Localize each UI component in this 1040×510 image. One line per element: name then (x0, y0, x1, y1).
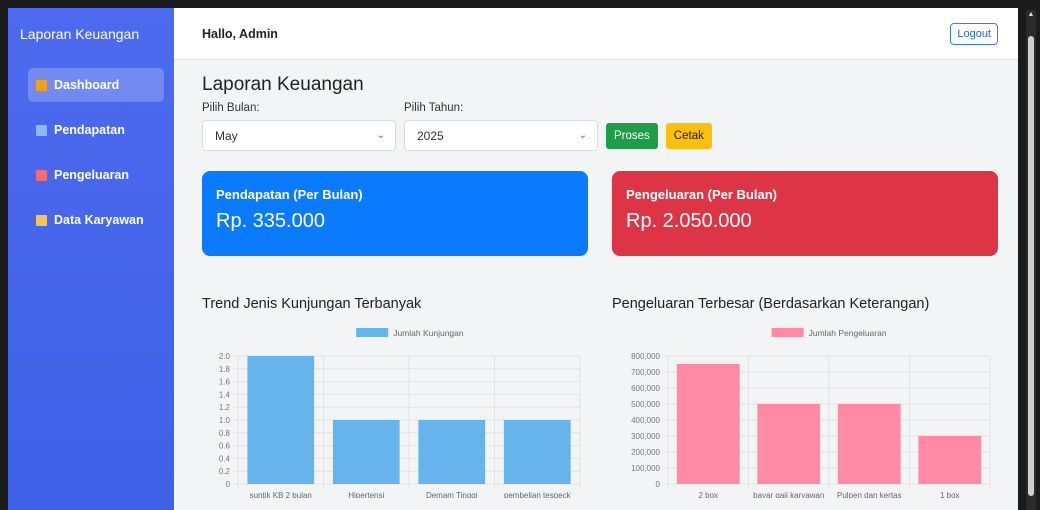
chevron-down-icon: ⌄ (578, 130, 587, 141)
expense-card: Pengeluaran (Per Bulan) Rp. 2.050.000 (612, 171, 998, 256)
greeting: Hallo, Admin (202, 26, 278, 41)
income-card: Pendapatan (Per Bulan) Rp. 335.000 (202, 171, 588, 256)
year-field: Pilih Tahun: 2025 ⌄ (404, 102, 598, 151)
y-tick-label: 1.2 (219, 403, 231, 412)
sidebar-item-label: Data Karyawan (54, 213, 144, 227)
scroll-up-icon[interactable]: ▲ (1027, 11, 1035, 18)
year-label: Pilih Tahun: (404, 102, 464, 114)
app-window: Laporan Keuangan Dashboard Pendapatan Pe… (8, 8, 1018, 510)
scrollbar[interactable]: ▲ (1026, 10, 1036, 510)
chart-bar (676, 364, 740, 484)
y-tick-label: 0.2 (219, 467, 231, 476)
page-title: Laporan Keuangan (202, 74, 364, 95)
legend-swatch (771, 328, 804, 337)
charts-row: Trend Jenis Kunjungan Terbanyak Jumlah K… (202, 296, 998, 498)
x-tick-label: Hipertensi (348, 491, 384, 498)
income-card-title: Pendapatan (Per Bulan) (216, 187, 363, 202)
y-tick-label: 1.6 (219, 378, 231, 387)
y-tick-label: 1.0 (219, 416, 231, 425)
chart-bar (503, 420, 571, 484)
x-tick-label: Pulpen dan kertas (837, 491, 902, 498)
print-button[interactable]: Cetak (665, 123, 712, 149)
x-tick-label: 2 box (698, 491, 718, 498)
sidebar-item-pendapatan[interactable]: Pendapatan (28, 113, 166, 147)
sidebar: Laporan Keuangan Dashboard Pendapatan Pe… (8, 8, 174, 510)
y-tick-label: 2.0 (219, 352, 231, 361)
expense-card-title: Pengeluaran (Per Bulan) (626, 187, 777, 202)
chart-bar (837, 404, 901, 484)
chart-title: Trend Jenis Kunjungan Terbanyak (202, 296, 422, 312)
y-tick-label: 100,000 (631, 464, 660, 473)
x-tick-label: bayar gaji karyawan (753, 491, 824, 498)
month-value: May (215, 128, 238, 143)
chart-bar (247, 356, 315, 484)
summary-cards: Pendapatan (Per Bulan) Rp. 335.000 Penge… (202, 171, 998, 256)
legend-label: Jumlah Pengeluaran (809, 328, 887, 338)
legend-swatch (356, 328, 389, 337)
month-label: Pilih Bulan: (202, 102, 260, 114)
y-tick-label: 300,000 (631, 432, 660, 441)
expense-card-value: Rp. 2.050.000 (626, 210, 752, 232)
y-tick-label: 800,000 (631, 352, 660, 361)
y-tick-label: 1.4 (219, 390, 231, 399)
chart-down-icon (36, 169, 47, 181)
scrollbar-thumb[interactable] (1028, 36, 1034, 496)
chart-up-icon (36, 124, 47, 136)
sidebar-item-label: Pendapatan (54, 123, 125, 137)
chart-legend: Jumlah Pengeluaran (771, 328, 887, 338)
logout-button[interactable]: Logout (950, 22, 998, 45)
content: Laporan Keuangan Pilih Bulan: May ⌄ Pili… (174, 60, 1018, 498)
y-tick-label: 0 (656, 480, 661, 489)
x-tick-label: Demam Tinggi (426, 491, 478, 498)
chart-bar (332, 420, 400, 484)
year-select[interactable]: 2025 ⌄ (404, 120, 598, 151)
clipboard-icon (36, 214, 47, 226)
chart-title: Pengeluaran Terbesar (Berdasarkan Ketera… (612, 296, 930, 312)
x-tick-label: pembelian tespeck (504, 491, 572, 498)
chart-legend: Jumlah Kunjungan (356, 328, 464, 338)
y-tick-label: 200,000 (631, 448, 660, 457)
sidebar-item-label: Dashboard (54, 78, 120, 92)
month-select[interactable]: May ⌄ (202, 120, 396, 151)
month-field: Pilih Bulan: May ⌄ (202, 102, 396, 151)
y-tick-label: 0.8 (219, 429, 231, 438)
legend-label: Jumlah Kunjungan (393, 328, 464, 338)
y-tick-label: 1.8 (219, 365, 231, 374)
x-tick-label: suntik KB 2 bulan (250, 491, 312, 498)
y-tick-label: 600,000 (631, 384, 660, 393)
sidebar-item-data-karyawan[interactable]: Data Karyawan (28, 203, 166, 237)
bar-chart-icon (36, 79, 47, 91)
sidebar-item-pengeluaran[interactable]: Pengeluaran (28, 158, 166, 192)
sidebar-item-label: Pengeluaran (54, 168, 130, 182)
chart-bar (418, 420, 486, 484)
y-tick-label: 500,000 (631, 400, 660, 409)
visits-chart: Trend Jenis Kunjungan Terbanyak Jumlah K… (202, 296, 588, 498)
y-tick-label: 700,000 (631, 368, 660, 377)
expenses-chart: Pengeluaran Terbesar (Berdasarkan Ketera… (612, 296, 998, 498)
chart-bar (757, 404, 821, 484)
expenses-chart-svg: Jumlah Pengeluaran 0 100,000 200,000 300,000… (631, 328, 991, 498)
y-tick-label: 0 (226, 480, 231, 489)
sidebar-brand[interactable]: Laporan Keuangan (8, 8, 174, 60)
sidebar-nav: Dashboard Pendapatan Pengeluaran Data Ka… (8, 60, 174, 237)
process-button[interactable]: Proses (606, 123, 658, 149)
income-card-value: Rp. 335.000 (216, 210, 325, 232)
sidebar-item-dashboard[interactable]: Dashboard (28, 68, 164, 102)
visits-chart-svg: Jumlah Kunjungan 0 0.2 0.4 0.6 0.8 1.0 1.2 1.4 1.… (219, 328, 581, 498)
topbar: Hallo, Admin Logout (174, 8, 1018, 60)
y-tick-label: 0.4 (219, 454, 231, 463)
main-area: Hallo, Admin Logout Laporan Keuangan Pil… (174, 8, 1018, 510)
y-tick-label: 0.6 (219, 442, 231, 451)
chevron-down-icon: ⌄ (376, 130, 385, 141)
x-tick-label: 1 box (940, 491, 960, 498)
y-tick-label: 400,000 (631, 416, 660, 425)
year-value: 2025 (417, 128, 444, 143)
chart-bar (918, 436, 982, 484)
filter-bar: Pilih Bulan: May ⌄ Pilih Tahun: 2025 ⌄ P… (202, 102, 998, 151)
